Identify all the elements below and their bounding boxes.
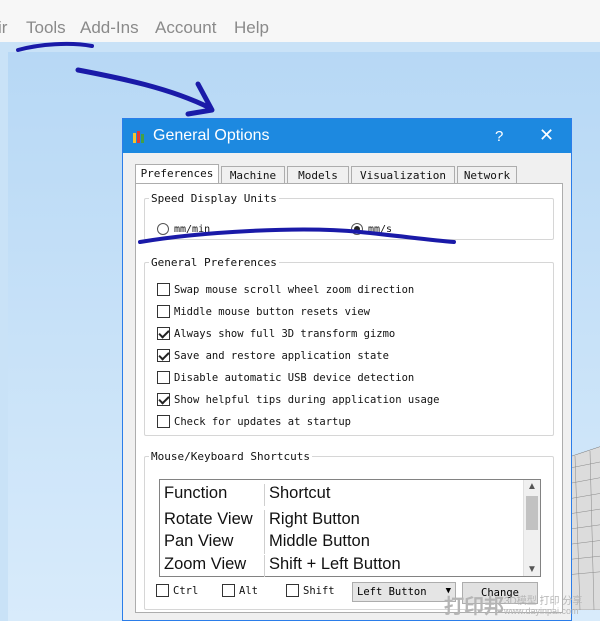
check-shift-label: Shift: [303, 584, 335, 597]
watermark: 打印邦 3D模型 打印 分享 www.dayinpai.com: [444, 590, 582, 619]
shortcuts-legend: Mouse/Keyboard Shortcuts: [151, 450, 310, 463]
radio-mm-min[interactable]: mm/min: [157, 223, 210, 235]
tab-machine[interactable]: Machine: [221, 166, 285, 184]
shortcut-cell: Right Button: [264, 510, 360, 532]
dialog-titlebar: General Options ? ✕: [123, 119, 571, 153]
check-middle-reset[interactable]: Middle mouse button resets view: [157, 305, 370, 318]
check-save-state-label: Save and restore application state: [174, 349, 389, 362]
check-shift[interactable]: Shift: [286, 584, 335, 597]
header-shortcut: Shortcut: [264, 484, 330, 506]
general-preferences-group: General Preferences Swap mouse scroll wh…: [144, 256, 554, 436]
check-middle-reset-label: Middle mouse button resets view: [174, 305, 370, 318]
tab-network[interactable]: Network: [457, 166, 517, 184]
checkbox-updates[interactable]: [157, 415, 170, 428]
preferences-panel: Speed Display Units mm/min mm/s General …: [135, 183, 563, 613]
menu-item-account[interactable]: Account: [155, 18, 216, 38]
check-alt-label: Alt: [239, 584, 258, 597]
radio-mm-s-circle[interactable]: [351, 223, 363, 235]
function-cell: Pan View: [164, 532, 234, 550]
menu-item-help[interactable]: Help: [234, 18, 269, 38]
check-helpful-tips-label: Show helpful tips during application usa…: [174, 393, 440, 406]
dialog-title: General Options: [153, 127, 270, 144]
radio-mm-s-label: mm/s: [368, 223, 393, 235]
speed-units-legend: Speed Display Units: [151, 192, 277, 205]
check-alt[interactable]: Alt: [222, 584, 258, 597]
checkbox-ctrl[interactable]: [156, 584, 169, 597]
check-helpful-tips[interactable]: Show helpful tips during application usa…: [157, 393, 440, 406]
check-full-gizmo[interactable]: Always show full 3D transform gizmo: [157, 327, 395, 340]
close-button[interactable]: ✕: [539, 125, 554, 146]
mouse-button-value: Left Button: [357, 586, 427, 598]
check-save-state[interactable]: Save and restore application state: [157, 349, 389, 362]
shortcuts-list[interactable]: Function Shortcut Rotate View Right Butt…: [159, 479, 541, 577]
help-button[interactable]: ?: [495, 128, 503, 145]
check-ctrl-row[interactable]: Ctrl: [156, 584, 198, 597]
checkbox-alt[interactable]: [222, 584, 235, 597]
check-updates-label: Check for updates at startup: [174, 415, 352, 428]
speed-units-group: Speed Display Units mm/min mm/s: [144, 192, 554, 240]
checkbox-swap-scroll[interactable]: [157, 283, 170, 296]
mouse-button-select[interactable]: Left Button ▼: [352, 582, 456, 602]
radio-mm-s[interactable]: mm/s: [351, 223, 392, 235]
menu-bar: ir Tools Add-Ins Account Help: [0, 0, 600, 42]
check-disable-usb[interactable]: Disable automatic USB device detection: [157, 371, 414, 384]
watermark-logo: 打印邦: [444, 596, 504, 618]
general-preferences-legend: General Preferences: [151, 256, 277, 269]
list-item[interactable]: Zoom View Shift + Left Button: [160, 555, 522, 577]
radio-mm-min-circle[interactable]: [157, 223, 169, 235]
scroll-up-icon[interactable]: ▲: [527, 481, 537, 492]
shortcut-cell: Shift + Left Button: [264, 555, 401, 577]
header-function: Function: [164, 484, 228, 502]
checkbox-helpful-tips[interactable]: [157, 393, 170, 406]
list-item[interactable]: Pan View Middle Button: [160, 532, 522, 554]
check-updates[interactable]: Check for updates at startup: [157, 415, 351, 428]
radio-mm-min-label: mm/min: [174, 223, 211, 235]
checkbox-disable-usb[interactable]: [157, 371, 170, 384]
checkbox-shift[interactable]: [286, 584, 299, 597]
tab-models[interactable]: Models: [287, 166, 349, 184]
list-item[interactable]: Rotate View Right Button: [160, 510, 522, 532]
check-swap-scroll-label: Swap mouse scroll wheel zoom direction: [174, 283, 415, 296]
app-logo-icon: [133, 131, 144, 143]
watermark-url: www.dayinpai.com: [504, 606, 579, 616]
list-scrollbar[interactable]: ▲ ▼: [523, 480, 540, 576]
shortcut-cell: Middle Button: [264, 532, 370, 554]
list-header-row: Function Shortcut: [160, 484, 522, 506]
tab-preferences[interactable]: Preferences: [135, 164, 219, 185]
check-disable-usb-label: Disable automatic USB device detection: [174, 371, 415, 384]
checkbox-middle-reset[interactable]: [157, 305, 170, 318]
check-ctrl-text: Ctrl: [173, 584, 199, 597]
menu-item-partial[interactable]: ir: [0, 18, 7, 38]
function-cell: Zoom View: [164, 555, 247, 573]
function-cell: Rotate View: [164, 510, 253, 528]
scroll-down-icon[interactable]: ▼: [527, 564, 537, 575]
watermark-tagline: 3D模型 打印 分享: [504, 596, 583, 607]
check-swap-scroll[interactable]: Swap mouse scroll wheel zoom direction: [157, 283, 414, 296]
general-options-dialog: General Options ? ✕ Preferences Machine …: [122, 118, 572, 621]
checkbox-full-gizmo[interactable]: [157, 327, 170, 340]
check-full-gizmo-label: Always show full 3D transform gizmo: [174, 327, 396, 340]
menu-item-tools[interactable]: Tools: [26, 18, 66, 38]
checkbox-save-state[interactable]: [157, 349, 170, 362]
tab-visualization[interactable]: Visualization: [351, 166, 455, 184]
scroll-thumb[interactable]: [526, 496, 538, 530]
menu-item-addins[interactable]: Add-Ins: [80, 18, 139, 38]
